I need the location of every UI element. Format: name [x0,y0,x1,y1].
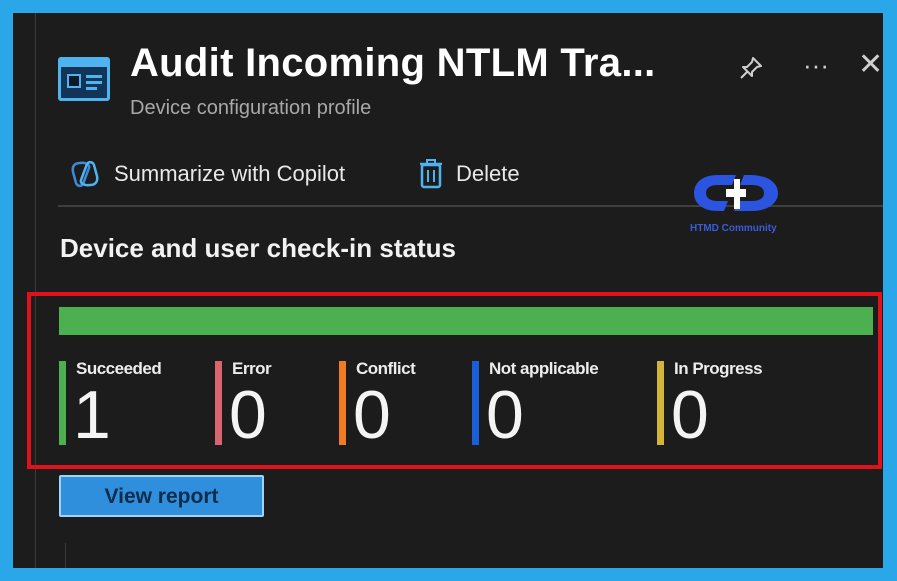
summarize-with-copilot-button[interactable]: Summarize with Copilot [68,159,345,189]
view-report-button[interactable]: View report [59,475,264,517]
configuration-profile-icon [58,57,110,101]
stat-value: 0 [229,377,267,453]
checkin-progress-bar [59,307,873,335]
page-title: Audit Incoming NTLM Tra... [130,41,656,85]
succeeded-progress-fill [59,307,873,335]
delete-label: Delete [456,161,520,186]
summarize-label: Summarize with Copilot [114,161,346,186]
pin-icon [740,57,762,79]
pin-button[interactable] [738,55,764,86]
page-subtitle: Device configuration profile [130,97,372,119]
stat-label: In Progress [674,359,763,378]
copilot-icon [71,160,99,188]
stat-value: 0 [353,377,391,453]
delete-button[interactable]: Delete [418,159,520,189]
stat-color-bar [215,361,222,445]
stat-label: Conflict [356,359,416,378]
stat-value: 0 [486,377,524,453]
stat-color-bar [59,361,66,445]
more-options-button[interactable]: ··· [803,52,829,78]
close-button[interactable]: ✕ [858,50,883,80]
stat-color-bar [657,361,664,445]
stat-color-bar [339,361,346,445]
stat-color-bar [472,361,479,445]
stat-value: 0 [671,377,709,453]
stat-label: Succeeded [76,359,162,378]
blade-bottom-edge [65,543,66,568]
htmd-logo-icon [694,175,778,211]
htmd-logo-caption: HTMD Community [690,223,777,234]
checkin-status-heading: Device and user check-in status [60,233,456,263]
profile-blade: Audit Incoming NTLM Tra... Device config… [13,13,883,568]
stat-label: Error [232,359,272,378]
blade-left-border [35,13,36,568]
trash-icon [420,159,442,189]
stat-label: Not applicable [489,359,599,378]
htmd-watermark: HTMD Community [688,165,788,245]
stat-value: 1 [73,377,111,453]
